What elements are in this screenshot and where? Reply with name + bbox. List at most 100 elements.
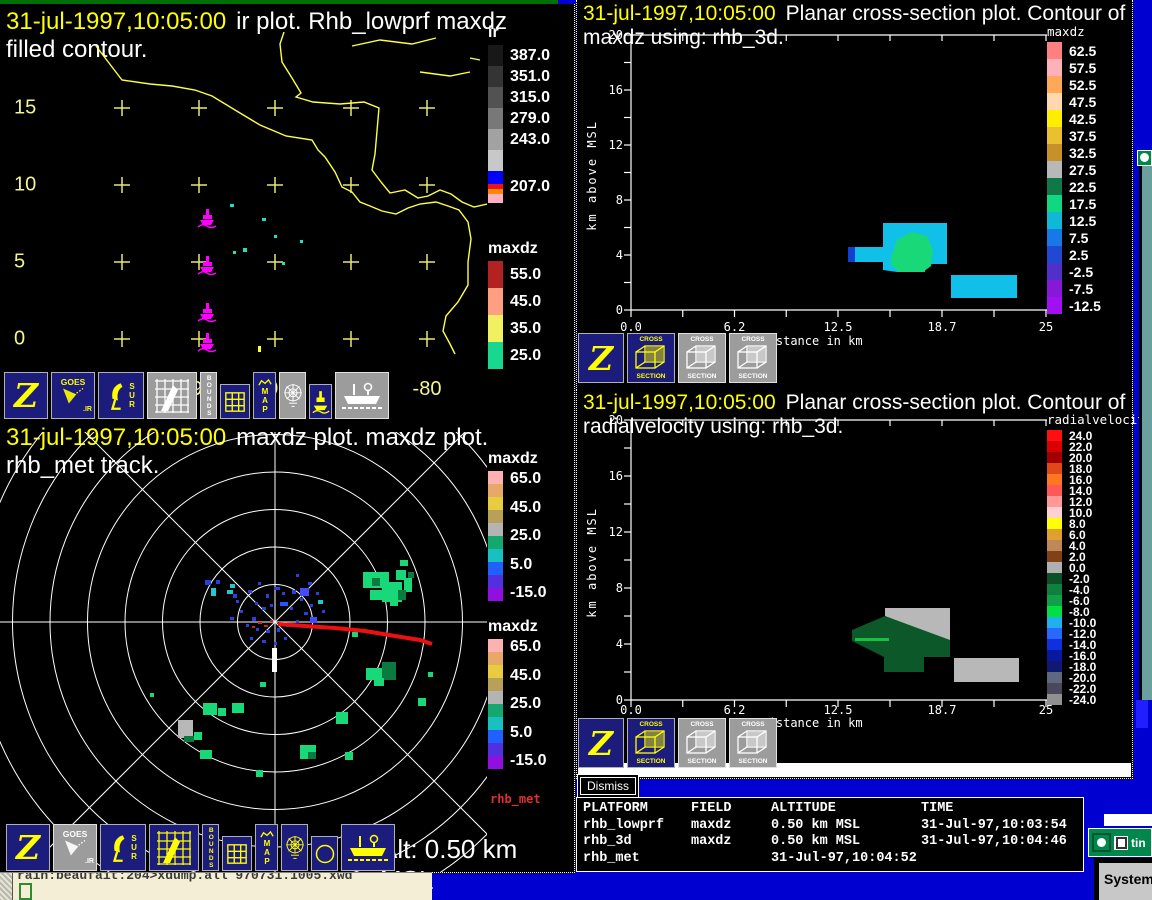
cross-section-button-3[interactable]: CROSS SECTION (729, 718, 777, 768)
map-toolbar: Z GOES .IR SUR BOUNDS MAP (4, 372, 389, 419)
tick-label: 10 (14, 173, 37, 196)
colorbar-title: maxdz (1047, 24, 1085, 39)
map-button[interactable]: MAP (255, 824, 278, 871)
colorbar-cell (1047, 650, 1062, 661)
window-fragment-titlebar[interactable] (1137, 150, 1152, 166)
cross-section-plot[interactable] (579, 26, 1049, 326)
buoy-button[interactable] (309, 384, 332, 419)
cross-section-plot[interactable] (579, 410, 1049, 710)
tick-label: 0.0 (620, 703, 642, 717)
grid-button[interactable] (222, 836, 252, 871)
surveillance-radar-button[interactable]: SUR (98, 372, 144, 419)
colorbar-cell (1047, 540, 1062, 551)
colorbar-value: 25.0 (510, 695, 542, 712)
circle-button[interactable] (311, 836, 338, 871)
cross-section-button-1[interactable]: CROSS SECTION (627, 333, 675, 383)
tick-label: 15 (14, 96, 37, 119)
tick-label: 25 (1038, 703, 1054, 717)
radar-web-button[interactable] (281, 824, 308, 871)
table-cell: maxdz (691, 817, 732, 833)
bounds-button[interactable]: BOUNDS (202, 824, 219, 871)
tick-label: 12 (608, 138, 623, 152)
colorbar-cell (1047, 178, 1062, 195)
zebra-logo-button[interactable]: Z (578, 333, 624, 383)
cross-section-button-2[interactable]: CROSS SECTION (678, 718, 726, 768)
colorbar-cell (488, 652, 503, 665)
colorbar-title: maxdz (488, 450, 538, 467)
dismiss-button[interactable]: Dismiss (580, 777, 636, 795)
buoy-markers (197, 209, 217, 353)
cross-section-button-1[interactable]: CROSS SECTION (627, 718, 675, 768)
ppi-toolbar: Z GOES .IR SUR BOUNDS MAP (6, 824, 395, 871)
colorbar-cell (1047, 280, 1062, 297)
tick-label: 6.2 (723, 703, 746, 717)
colorbar-cell (488, 342, 503, 369)
buoy-icon (197, 303, 217, 323)
terminal-scrollbar[interactable] (0, 873, 13, 900)
graticule-marks (114, 100, 435, 347)
colorbar-cell (1047, 212, 1062, 229)
zebra-logo-button[interactable]: Z (6, 824, 50, 871)
colorbar-cell (488, 665, 503, 678)
colorbar-value: 35.0 (510, 319, 542, 337)
colorbar-cell (488, 691, 503, 704)
x-axis-ticks: 0.0 6.2 12.5 18.7 25 (579, 320, 1053, 334)
colorbar-cell (1047, 617, 1062, 628)
table-header-row: PLATFORM FIELD ALTITUDE TIME (583, 801, 1077, 818)
map-button[interactable]: MAP (253, 372, 276, 419)
ship-button[interactable] (335, 372, 389, 419)
zebra-logo-button[interactable]: Z (4, 372, 48, 419)
ppi-plot[interactable] (0, 432, 487, 872)
ship-button[interactable] (341, 824, 395, 871)
tick-label: 18.7 (927, 703, 957, 717)
range-rings (0, 432, 487, 872)
goes-ir-button[interactable]: GOES .IR (51, 372, 95, 419)
colorbar-value: 65.0 (510, 470, 542, 487)
grid-button[interactable] (220, 384, 250, 419)
colorbar-value: 45.0 (510, 292, 542, 310)
cross-section-button-3[interactable]: CROSS SECTION (729, 333, 777, 383)
colorbar-value: 5.0 (510, 723, 533, 741)
radar-echoes (150, 560, 433, 777)
tick-label: 20 (608, 413, 623, 427)
colorbar-title: maxdz (488, 240, 538, 257)
tick-label: 8 (615, 581, 623, 595)
table-header-cell: TIME (921, 801, 954, 816)
colorbar-value: 315.0 (510, 88, 551, 106)
colorbar-value: -24.0 (1069, 692, 1097, 707)
antenna-grid-button[interactable] (147, 372, 197, 419)
system-window-label: System (1104, 871, 1152, 887)
dismiss-button-frame: Dismiss (577, 774, 639, 798)
colorbar-cell (1047, 485, 1062, 496)
cross-section-button-2[interactable]: CROSS SECTION (678, 333, 726, 383)
table-cell: 31-Jul-97,10:03:54 (921, 817, 1067, 833)
antenna-grid-button[interactable] (149, 824, 199, 871)
tin-window-titlebar[interactable]: tin (1088, 828, 1152, 857)
window-fragment (1139, 166, 1152, 700)
coastline (95, 32, 487, 355)
tick-label: 0.0 (620, 320, 642, 334)
goes-ir-button[interactable]: GOES .IR (53, 824, 97, 871)
zebra-logo-button[interactable]: Z (578, 718, 624, 768)
radar-web-button[interactable] (279, 372, 306, 419)
ir-colorbar: ir 387.0 351.0 315.0 279.0 243.0 207.0 (488, 24, 574, 203)
colorbar-cell (488, 678, 503, 691)
colorbar-cell (488, 315, 503, 342)
table-cell: 0.50 km MSL (771, 817, 861, 833)
colorbar-value: 351.0 (510, 67, 551, 85)
map-plot[interactable] (0, 32, 487, 374)
colorbar-cell (1047, 246, 1062, 263)
bounds-button[interactable]: BOUNDS (200, 372, 217, 419)
buoy-icon (197, 209, 217, 229)
table-cell (921, 851, 1077, 868)
ppi-radar-panel: 31-jul-1997,10:05:00 maxdz plot. maxdz pl… (0, 420, 575, 895)
minimize-icon[interactable] (1140, 153, 1149, 162)
tick-label: 16 (608, 83, 623, 97)
colorbar-cell (488, 536, 503, 549)
window-doc-icon[interactable] (1114, 835, 1128, 850)
tick-label: 4 (615, 248, 623, 262)
terminal-window[interactable]: rain:beaufait:204>xdump.all 970731.1005.… (0, 872, 432, 900)
system-window[interactable]: System (1094, 858, 1152, 900)
surveillance-radar-button[interactable]: SUR (100, 824, 146, 871)
window-menu-icon[interactable] (1092, 833, 1111, 852)
